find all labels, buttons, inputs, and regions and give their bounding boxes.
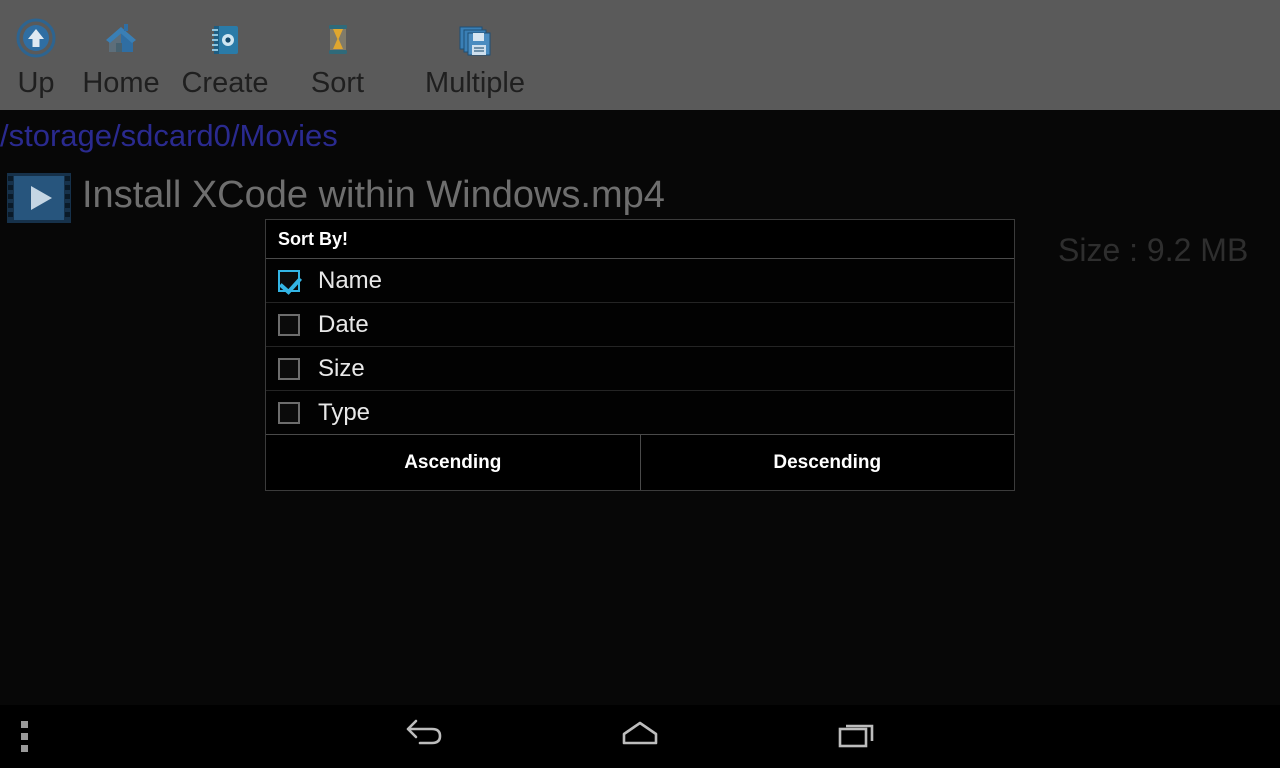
recents-icon (832, 717, 882, 756)
sort-dialog: Sort By! Name Date Size Type Ascending D… (265, 219, 1015, 491)
overflow-menu-icon-dot3 (20, 745, 28, 752)
checkbox-size[interactable] (278, 357, 300, 380)
overflow-menu-button[interactable] (0, 705, 48, 768)
sort-option-label-size: Size (318, 354, 365, 382)
descending-button[interactable]: Descending (640, 435, 1014, 490)
sort-option-name[interactable]: Name (266, 259, 1014, 303)
video-film-icon (6, 172, 72, 224)
sort-option-label-type: Type (318, 398, 371, 426)
sort-option-label-date: Date (318, 310, 369, 338)
app-screen: Up Home Create Sort Multiple /storage/sd… (0, 0, 1280, 768)
toolbar-button-sort[interactable]: Sort (280, 0, 395, 100)
toolbar-label-multiple: Multiple (425, 67, 525, 99)
toolbar-label-home: Home (82, 67, 160, 99)
toolbar-button-home[interactable]: Home (72, 0, 170, 100)
sort-option-label-name: Name (318, 266, 383, 294)
nav-recents-button[interactable] (793, 705, 921, 768)
toolbar-label-create: Create (181, 67, 269, 99)
floppy-stack-icon (453, 16, 497, 62)
toolbar-button-up[interactable]: Up (0, 0, 72, 100)
ascending-button[interactable]: Ascending (266, 435, 641, 490)
nav-home-button[interactable] (576, 705, 704, 768)
overflow-menu-icon-dot2 (20, 733, 28, 740)
toolbar-label-sort: Sort (310, 67, 365, 99)
overflow-menu-icon (20, 721, 28, 728)
sort-option-date[interactable]: Date (266, 303, 1014, 347)
toolbar-label-up: Up (17, 67, 55, 99)
top-toolbar: Up Home Create Sort Multiple (0, 0, 1280, 110)
checkbox-date[interactable] (278, 313, 300, 336)
sort-option-size[interactable]: Size (266, 347, 1014, 391)
home-icon (614, 717, 666, 756)
notebook-icon (203, 16, 247, 62)
nav-back-button[interactable] (360, 705, 488, 768)
dialog-button-bar: Ascending Descending (266, 435, 1014, 490)
checkbox-type[interactable] (278, 401, 300, 424)
toolbar-button-multiple[interactable]: Multiple (395, 0, 555, 100)
back-icon (400, 717, 448, 756)
current-path[interactable]: /storage/sdcard0/Movies (0, 118, 338, 154)
file-size-label: Size : 9.2 MB (1058, 232, 1249, 268)
dialog-title: Sort By! (266, 220, 1014, 259)
up-arrow-circle-icon (14, 16, 58, 62)
house-icon (99, 16, 143, 62)
checkbox-name[interactable] (278, 269, 300, 292)
android-navigation-bar (0, 705, 1280, 768)
file-name-label: Install XCode within Windows.mp4 (82, 174, 665, 216)
sort-option-type[interactable]: Type (266, 391, 1014, 435)
hourglass-icon (316, 16, 360, 62)
toolbar-button-create[interactable]: Create (170, 0, 280, 100)
